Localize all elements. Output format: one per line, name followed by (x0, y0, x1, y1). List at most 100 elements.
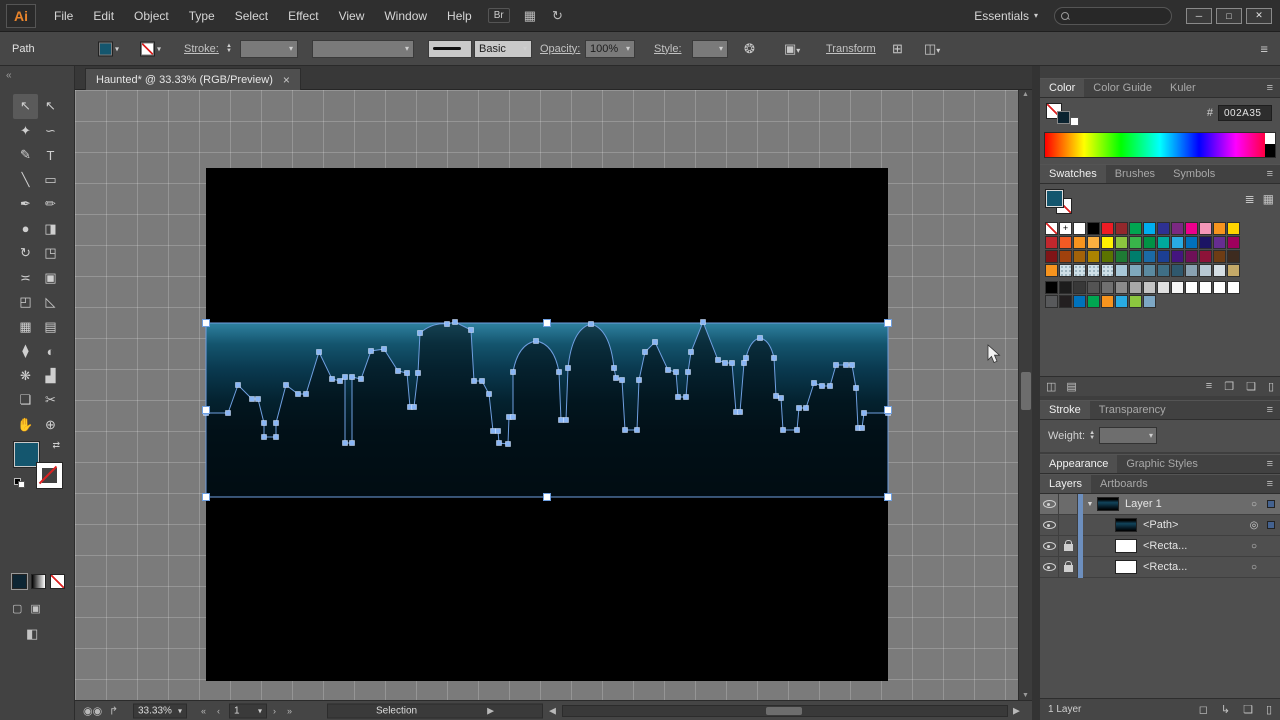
panel-menu-icon[interactable]: ≡ (1260, 79, 1280, 97)
anchor-point[interactable] (862, 411, 867, 416)
anchor-point[interactable] (738, 410, 743, 415)
anchor-point[interactable] (779, 396, 784, 401)
swatch[interactable] (1073, 295, 1086, 308)
swatch[interactable] (1157, 250, 1170, 263)
menu-type[interactable]: Type (179, 0, 225, 32)
brush-stroke-preview[interactable] (428, 40, 472, 58)
target-circle-icon[interactable]: ◎ (1246, 520, 1262, 531)
swatch[interactable] (1101, 222, 1114, 235)
lasso-tool[interactable]: ∽ (38, 119, 63, 144)
target-circle-icon[interactable]: ○ (1246, 541, 1262, 552)
swatch[interactable] (1059, 281, 1072, 294)
swatch[interactable] (1087, 281, 1100, 294)
menu-window[interactable]: Window (374, 0, 437, 32)
menu-help[interactable]: Help (437, 0, 482, 32)
screen-mode-icon[interactable]: ◧ (26, 626, 38, 642)
swatch[interactable] (1171, 250, 1184, 263)
layer-row[interactable]: <Path>◎ (1040, 515, 1280, 536)
anchor-point[interactable] (350, 375, 355, 380)
hex-input[interactable]: 002A35 (1218, 105, 1272, 121)
new-layer-icon[interactable]: ❏ (1243, 703, 1253, 716)
horizontal-scroll-thumb[interactable] (766, 707, 802, 715)
swatch[interactable] (1213, 222, 1226, 235)
anchor-point[interactable] (236, 383, 241, 388)
swatch[interactable] (1213, 250, 1226, 263)
blob-brush-tool[interactable]: ● (13, 217, 38, 242)
draw-behind-icon[interactable]: ▣ (30, 602, 40, 615)
swatch[interactable] (1101, 250, 1114, 263)
opacity-dropdown[interactable]: 100% ▾ (585, 40, 635, 58)
swatch[interactable] (1157, 222, 1170, 235)
anchor-point[interactable] (828, 384, 833, 389)
menu-view[interactable]: View (329, 0, 375, 32)
anchor-point[interactable] (758, 336, 763, 341)
tab-stroke[interactable]: Stroke (1040, 401, 1090, 419)
swatch-libraries-icon[interactable]: ◫ (1046, 380, 1056, 393)
status-menu-icon[interactable]: ▶ (487, 705, 494, 716)
swatch[interactable] (1101, 236, 1114, 249)
swatch[interactable] (1059, 295, 1072, 308)
swatch[interactable] (1115, 264, 1128, 277)
swatch[interactable] (1087, 295, 1100, 308)
transform-panel-link[interactable]: Transform (826, 43, 876, 55)
anchor-point[interactable] (497, 441, 502, 446)
target-circle-icon[interactable]: ○ (1246, 499, 1262, 510)
magic-wand-tool[interactable]: ✦ (13, 119, 38, 144)
anchor-point[interactable] (666, 368, 671, 373)
column-graph-tool[interactable]: ▟ (38, 364, 63, 389)
anchor-point[interactable] (256, 397, 261, 402)
grid-view-icon[interactable]: ▦ (1263, 192, 1274, 206)
style-panel-link[interactable]: Style: (654, 43, 682, 55)
default-fill-stroke-icon[interactable] (14, 478, 26, 488)
anchor-point[interactable] (469, 328, 474, 333)
anchor-point[interactable] (343, 375, 348, 380)
swatch[interactable] (1115, 295, 1128, 308)
swatch[interactable] (1199, 236, 1212, 249)
swatch[interactable] (1143, 281, 1156, 294)
registration-swatch[interactable]: + (1059, 222, 1072, 235)
layer-row[interactable]: <Recta...○ (1040, 557, 1280, 578)
anchor-point[interactable] (716, 358, 721, 363)
anchor-point[interactable] (730, 361, 735, 366)
swatch[interactable] (1227, 264, 1240, 277)
anchor-point[interactable] (701, 320, 706, 325)
swatch[interactable] (1213, 264, 1226, 277)
rotate-tool[interactable]: ↻ (13, 241, 38, 266)
weight-stepper[interactable]: ▲▼ (1089, 431, 1095, 441)
artboard-tool[interactable]: ❏ (13, 388, 38, 413)
free-transform-tool[interactable]: ▣ (38, 266, 63, 291)
swatch[interactable] (1073, 236, 1086, 249)
effects-menu-icon[interactable]: ▣▾ (784, 41, 800, 57)
anchor-point[interactable] (850, 363, 855, 368)
bounding-box-handle[interactable] (885, 494, 892, 501)
anchor-point[interactable] (820, 384, 825, 389)
anchor-point[interactable] (396, 369, 401, 374)
swatch[interactable] (1045, 222, 1058, 235)
anchor-point[interactable] (566, 366, 571, 371)
swatch[interactable] (1185, 281, 1198, 294)
panel-menu-icon[interactable]: ≡ (1260, 455, 1280, 473)
graphic-style-dropdown[interactable]: ▾ (692, 40, 728, 58)
swatch[interactable] (1213, 236, 1226, 249)
anchor-point[interactable] (296, 392, 301, 397)
anchor-point[interactable] (274, 435, 279, 440)
layer-name[interactable]: <Recta... (1143, 561, 1246, 573)
anchor-point[interactable] (804, 406, 809, 411)
anchor-point[interactable] (623, 428, 628, 433)
swap-fill-stroke-icon[interactable]: ⇄ (52, 440, 60, 451)
artboard-number-dropdown[interactable]: 1 ▾ (229, 703, 267, 718)
anchor-point[interactable] (405, 371, 410, 376)
tab-artboards[interactable]: Artboards (1091, 475, 1157, 493)
swatch[interactable] (1157, 236, 1170, 249)
swatch[interactable] (1199, 264, 1212, 277)
swatch[interactable] (1171, 281, 1184, 294)
pattern-swatch[interactable] (1087, 264, 1100, 277)
close-button[interactable]: ✕ (1246, 8, 1272, 24)
anchor-point[interactable] (226, 411, 231, 416)
hand-tool[interactable]: ✋ (13, 413, 38, 438)
pencil-tool[interactable]: ✏ (38, 192, 63, 217)
stroke-color-dropdown[interactable]: ▾ (140, 41, 161, 56)
color-button[interactable] (12, 574, 27, 589)
swatch[interactable] (1143, 236, 1156, 249)
anchor-point[interactable] (511, 415, 516, 420)
